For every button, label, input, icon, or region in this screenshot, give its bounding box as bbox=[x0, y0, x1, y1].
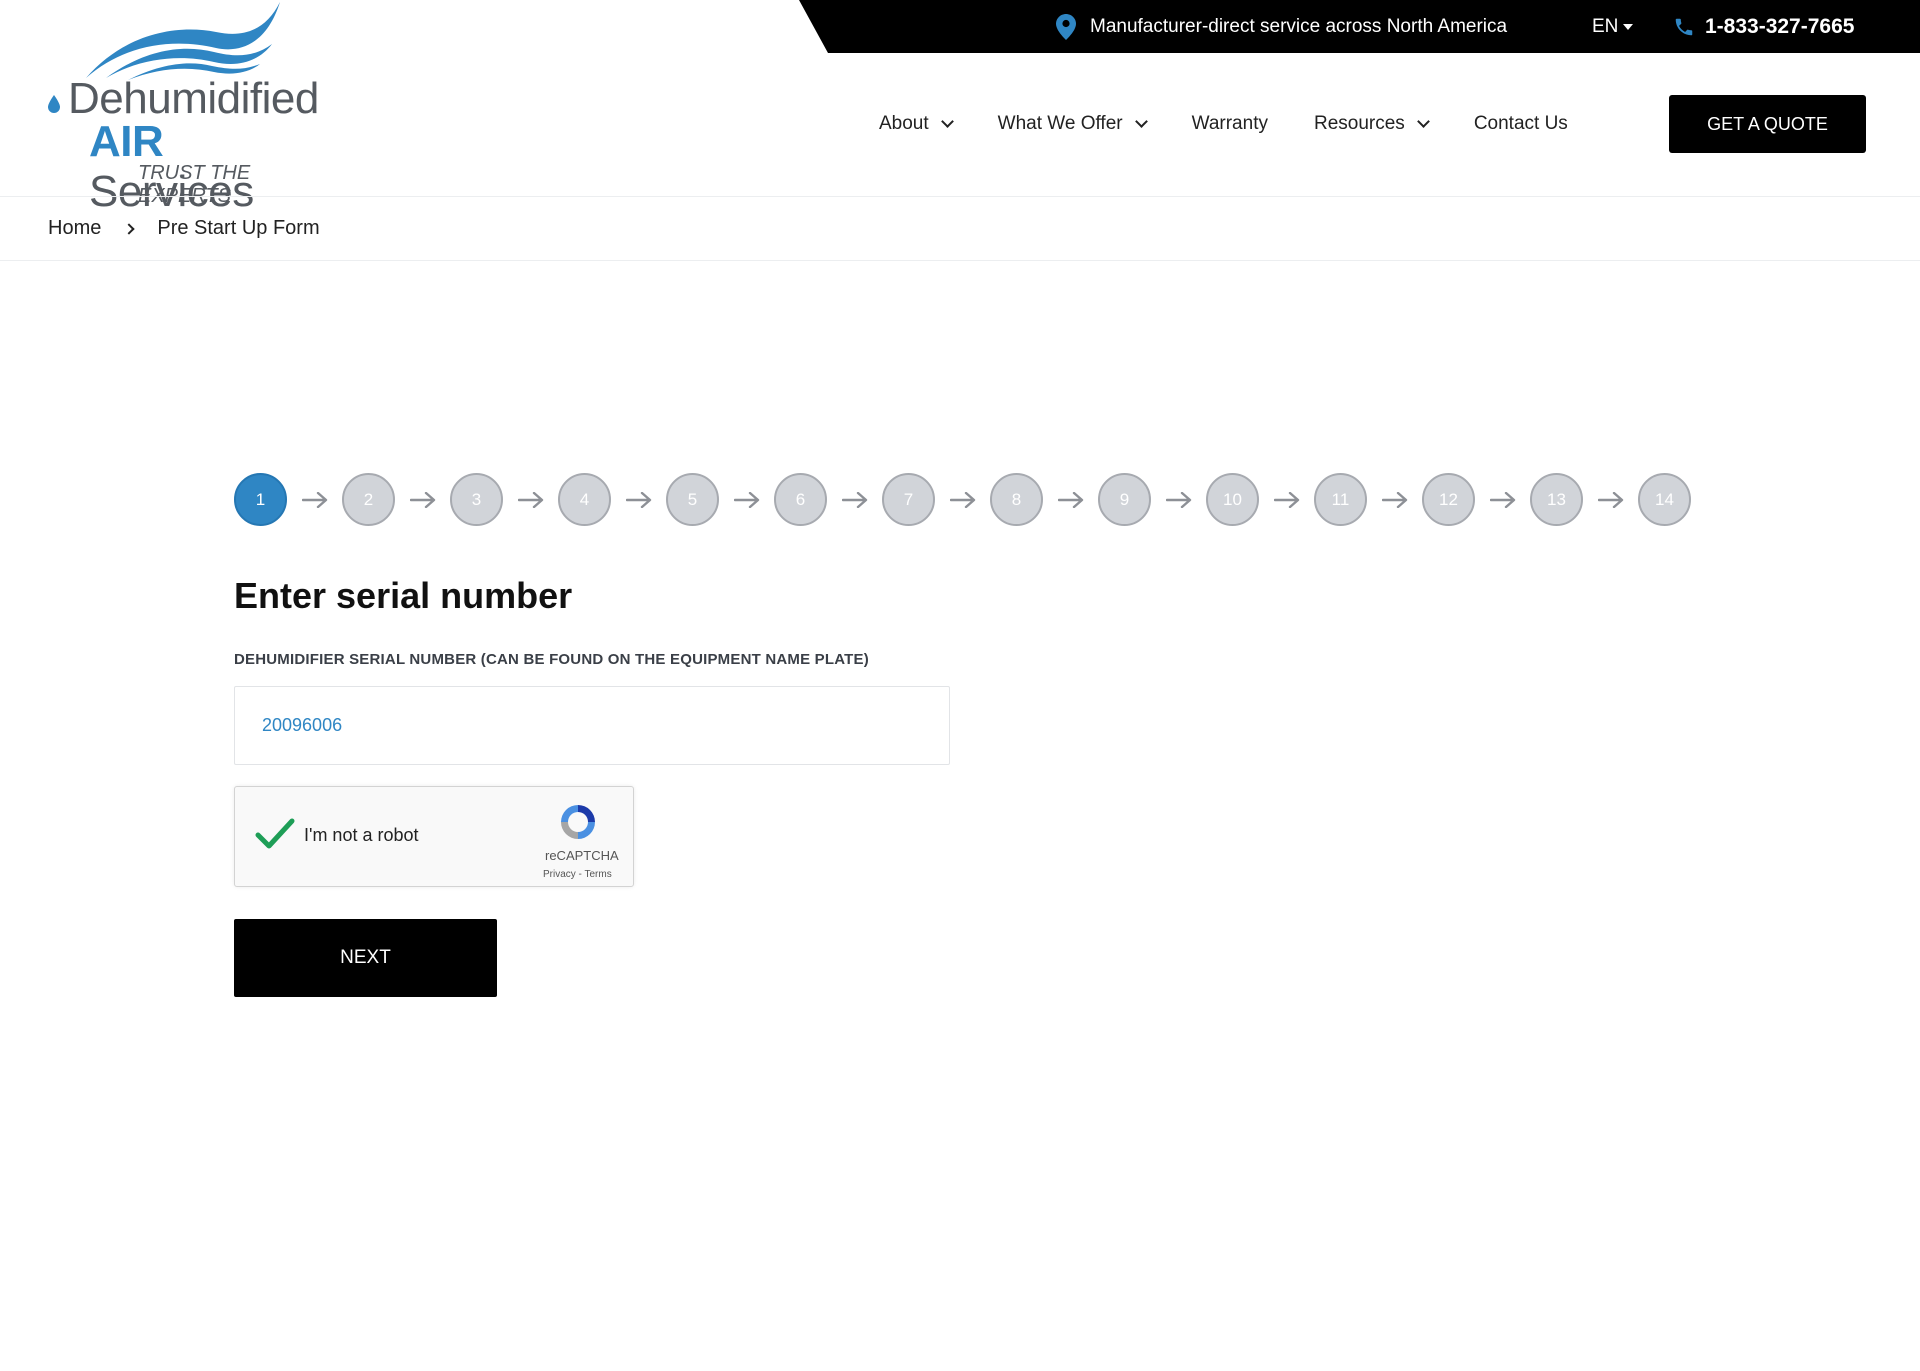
breadcrumb-home-link[interactable]: Home bbox=[48, 217, 101, 240]
step-4: 4 bbox=[558, 473, 611, 526]
caret-down-icon bbox=[1623, 23, 1634, 30]
arrow-right-icon bbox=[287, 491, 342, 508]
step-6: 6 bbox=[774, 473, 827, 526]
recaptcha-brand: reCAPTCHA bbox=[545, 848, 619, 863]
recaptcha-links[interactable]: Privacy - Terms bbox=[543, 869, 612, 880]
arrow-right-icon bbox=[1151, 491, 1206, 508]
arrow-right-icon bbox=[1259, 491, 1314, 508]
language-label: EN bbox=[1592, 15, 1619, 37]
site-logo[interactable]: Dehumidified AIR Services TRUST THE EXPE… bbox=[46, 0, 336, 216]
nav-item-resources[interactable]: Resources bbox=[1313, 113, 1430, 135]
form-step-indicator: 1 2 3 4 5 6 7 8 9 10 11 12 13 14 bbox=[234, 473, 1691, 526]
arrow-right-icon bbox=[827, 491, 882, 508]
breadcrumb-current: Pre Start Up Form bbox=[157, 217, 320, 239]
phone-number: 1-833-327-7665 bbox=[1705, 14, 1855, 38]
nav-item-what-we-offer[interactable]: What We Offer bbox=[997, 113, 1148, 135]
step-14: 14 bbox=[1638, 473, 1691, 526]
step-11: 11 bbox=[1314, 473, 1367, 526]
nav-label: Contact Us bbox=[1473, 113, 1568, 134]
recaptcha-logo-icon bbox=[561, 805, 595, 839]
nav-item-contact-us[interactable]: Contact Us bbox=[1474, 113, 1568, 135]
serial-number-label: DEHUMIDIFIER SERIAL NUMBER (CAN BE FOUND… bbox=[234, 651, 869, 668]
phone-icon bbox=[1675, 18, 1693, 35]
step-8: 8 bbox=[990, 473, 1043, 526]
arrow-right-icon bbox=[1367, 491, 1422, 508]
step-2: 2 bbox=[342, 473, 395, 526]
top-bar: Manufacturer-direct service across North… bbox=[799, 0, 1920, 53]
main-nav: About What We Offer Warranty Resources C… bbox=[879, 95, 1614, 153]
form-title: Enter serial number bbox=[234, 575, 573, 616]
nav-label: What We Offer bbox=[997, 113, 1123, 134]
step-5: 5 bbox=[666, 473, 719, 526]
arrow-right-icon bbox=[935, 491, 990, 508]
step-7: 7 bbox=[882, 473, 935, 526]
nav-item-warranty[interactable]: Warranty bbox=[1192, 113, 1268, 135]
breadcrumb-bar: Home Pre Start Up Form bbox=[0, 196, 1920, 261]
language-selector[interactable]: EN bbox=[1592, 0, 1634, 53]
arrow-right-icon bbox=[719, 491, 774, 508]
service-area-notice: Manufacturer-direct service across North… bbox=[1056, 0, 1507, 53]
nav-label: Resources bbox=[1313, 113, 1405, 134]
arrow-right-icon bbox=[611, 491, 666, 508]
step-13: 13 bbox=[1530, 473, 1583, 526]
recaptcha-widget: I'm not a robot reCAPTCHA Privacy - Term… bbox=[234, 786, 634, 887]
checkmark-icon[interactable] bbox=[255, 817, 295, 851]
water-drop-icon bbox=[48, 95, 60, 113]
arrow-right-icon bbox=[1043, 491, 1098, 508]
serial-number-input[interactable] bbox=[234, 686, 950, 765]
chevron-down-icon bbox=[1416, 115, 1430, 128]
chevron-down-icon bbox=[940, 115, 954, 128]
nav-label: About bbox=[879, 113, 929, 134]
arrow-right-icon bbox=[395, 491, 450, 508]
arrow-right-icon bbox=[1583, 491, 1638, 508]
step-12: 12 bbox=[1422, 473, 1475, 526]
step-10: 10 bbox=[1206, 473, 1259, 526]
logo-air: AIR bbox=[89, 117, 164, 166]
wave-logo-icon bbox=[86, 2, 280, 80]
chevron-down-icon bbox=[1134, 115, 1148, 128]
get-a-quote-button[interactable]: GET A QUOTE bbox=[1669, 95, 1866, 153]
arrow-right-icon bbox=[503, 491, 558, 508]
nav-label: Warranty bbox=[1191, 113, 1268, 134]
step-1: 1 bbox=[234, 473, 287, 526]
phone-link[interactable]: 1-833-327-7665 bbox=[1673, 0, 1854, 53]
captcha-label: I'm not a robot bbox=[304, 825, 419, 845]
arrow-right-icon bbox=[1475, 491, 1530, 508]
map-pin-icon bbox=[1056, 13, 1076, 40]
chevron-right-icon bbox=[123, 222, 136, 235]
next-button[interactable]: NEXT bbox=[234, 919, 497, 997]
breadcrumb: Home Pre Start Up Form bbox=[48, 197, 320, 260]
step-3: 3 bbox=[450, 473, 503, 526]
nav-item-about[interactable]: About bbox=[879, 113, 954, 135]
step-9: 9 bbox=[1098, 473, 1151, 526]
service-area-text: Manufacturer-direct service across North… bbox=[1090, 15, 1508, 37]
